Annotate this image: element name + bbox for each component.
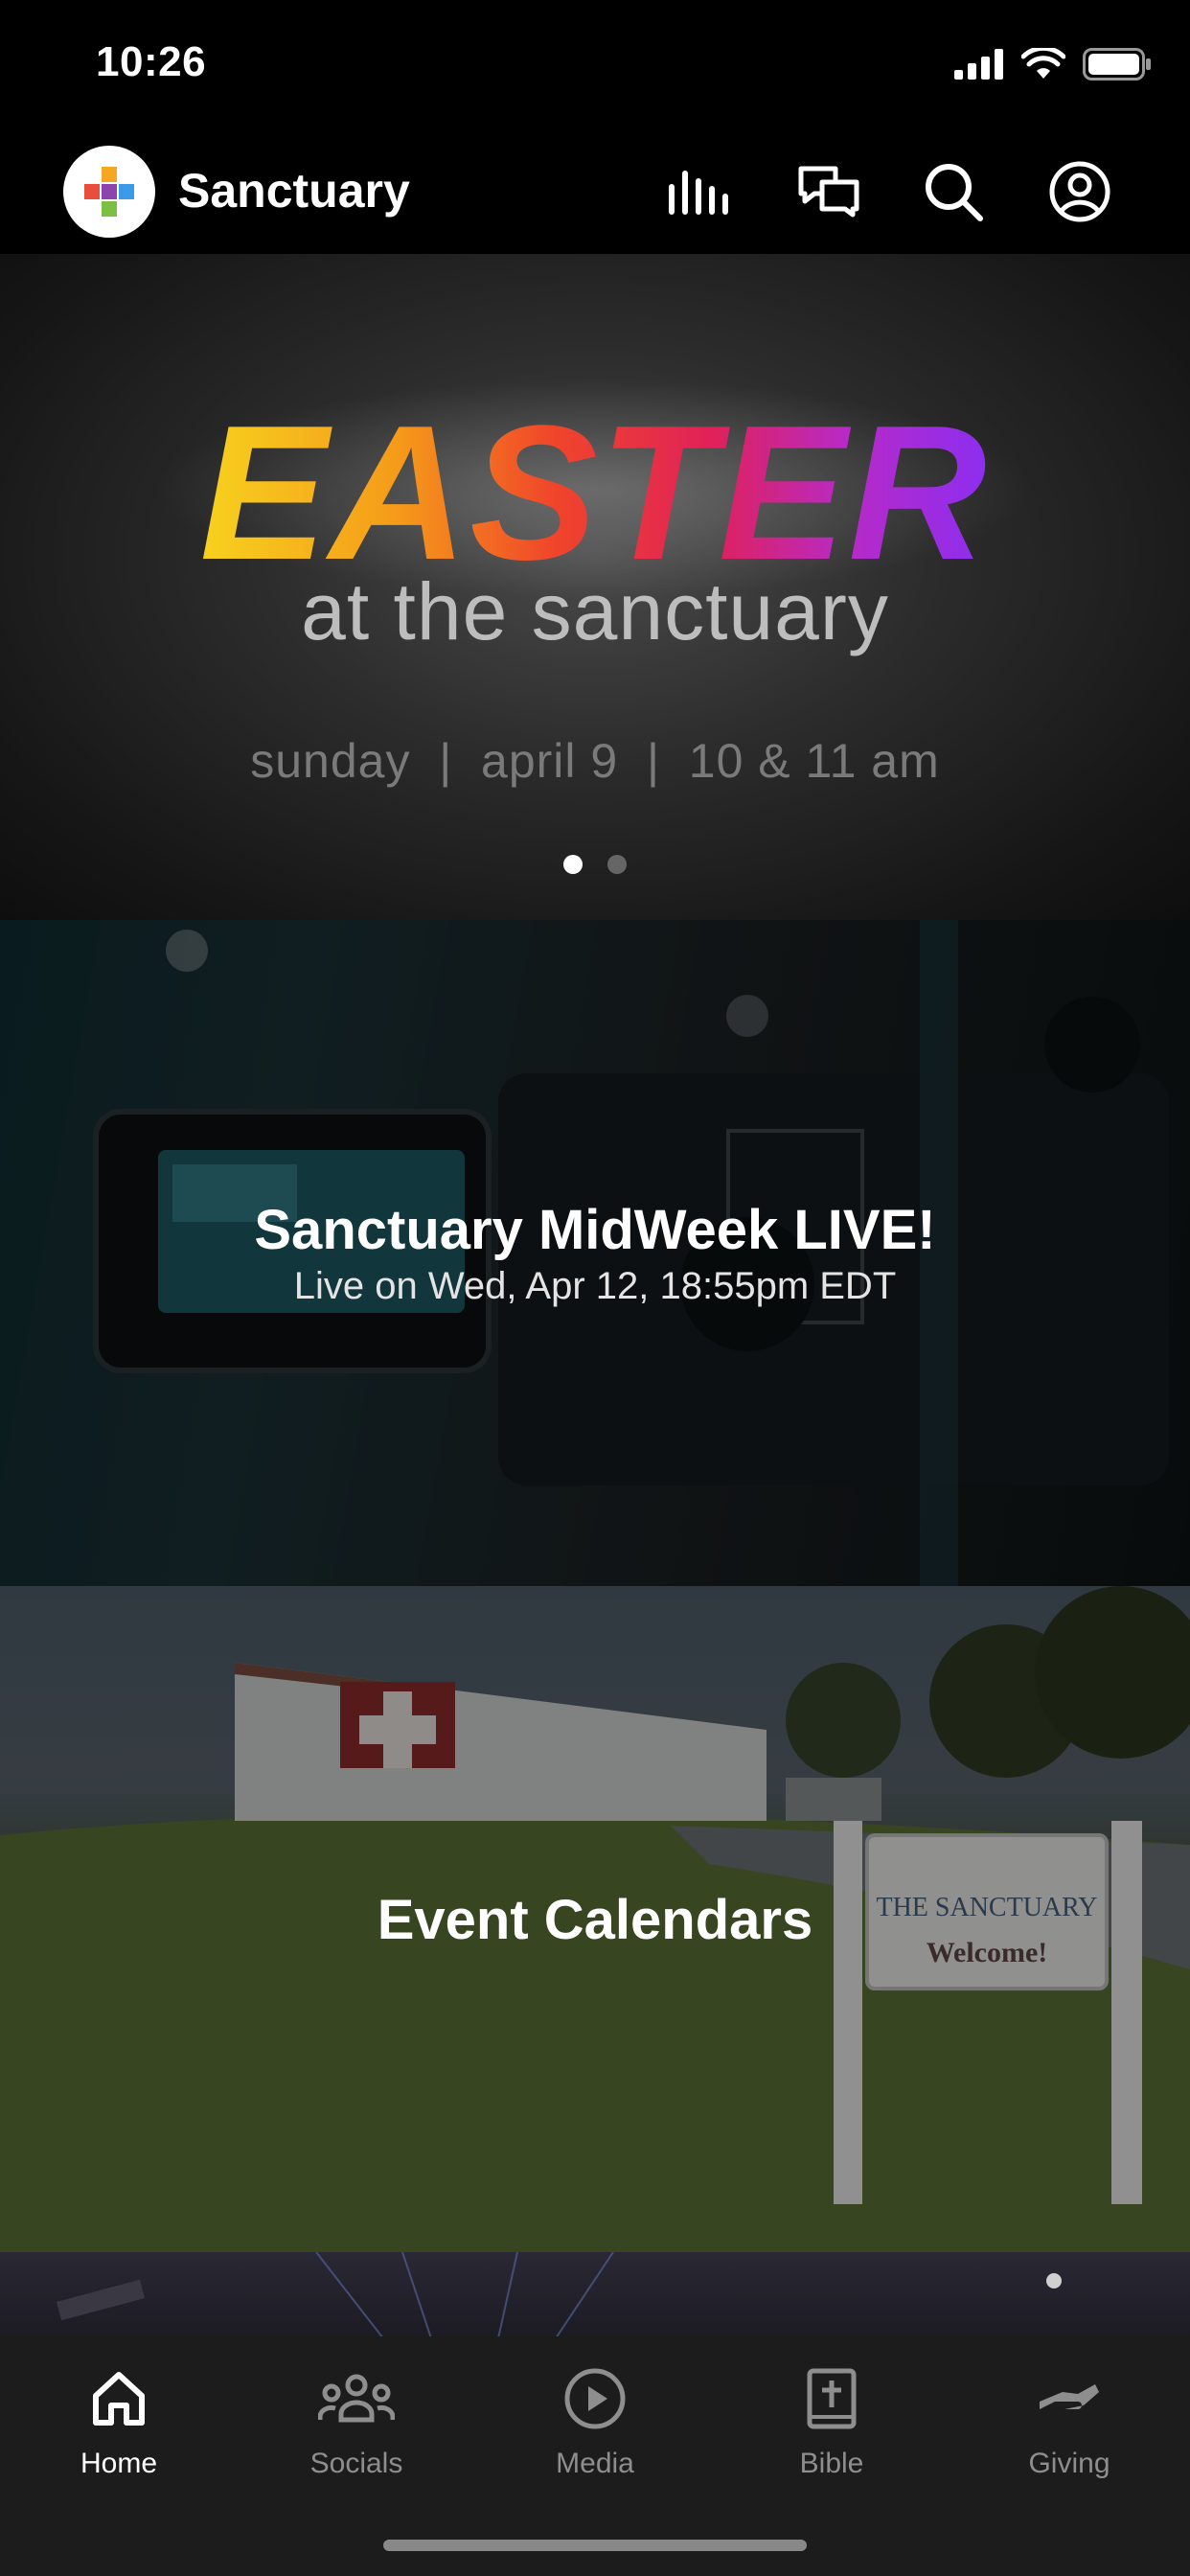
ceiling-background-image	[56, 2252, 1062, 2338]
cellular-signal-icon	[954, 49, 1003, 80]
tab-giving[interactable]: Giving	[973, 2356, 1165, 2480]
tab-socials-label: Socials	[309, 2448, 403, 2479]
bible-icon	[736, 2356, 927, 2442]
hero-subtitle: at the sanctuary	[301, 566, 889, 656]
giving-hand-icon	[973, 2356, 1165, 2442]
hero-banner[interactable]: EASTER at the sanctuary sunday | april 9…	[0, 254, 1190, 920]
battery-icon	[1083, 48, 1151, 80]
tab-giving-label: Giving	[1028, 2448, 1110, 2479]
tab-bible[interactable]: Bible	[736, 2356, 927, 2480]
search-icon[interactable]	[915, 153, 992, 230]
home-icon	[23, 2356, 215, 2442]
live-card-title: Sanctuary MidWeek LIVE!	[254, 1199, 936, 1261]
tab-home[interactable]: Home	[23, 2356, 215, 2480]
easter-text: EASTER	[199, 398, 988, 589]
carousel-dot-1[interactable]	[563, 855, 583, 874]
carousel-dot-2[interactable]	[607, 855, 627, 874]
home-indicator	[383, 2540, 807, 2551]
tab-media[interactable]: Media	[499, 2356, 691, 2480]
event-calendars-card[interactable]: THE SANCTUARY Welcome! Event Calendars	[0, 1586, 1190, 2252]
equalizer-icon[interactable]	[661, 153, 738, 230]
tab-socials[interactable]: Socials	[261, 2356, 452, 2480]
app-title: Sanctuary	[178, 164, 410, 218]
play-circle-icon	[499, 2356, 691, 2442]
tab-media-label: Media	[556, 2448, 634, 2479]
status-bar: 10:26	[0, 0, 1190, 134]
live-card-subtitle: Live on Wed, Apr 12, 18:55pm EDT	[293, 1265, 897, 1307]
next-card[interactable]	[0, 2252, 1190, 2338]
hero-date: sunday | april 9 | 10 & 11 am	[250, 734, 940, 788]
status-icons	[954, 48, 1152, 80]
tab-bible-label: Bible	[799, 2448, 864, 2479]
church-logo-icon[interactable]	[63, 146, 155, 238]
tab-home-label: Home	[80, 2448, 158, 2479]
wifi-icon	[1021, 48, 1065, 79]
status-time: 10:26	[96, 38, 207, 85]
live-stream-card[interactable]: Sanctuary MidWeek LIVE! Live on Wed, Apr…	[0, 920, 1190, 1586]
easter-headline: EASTER	[199, 398, 988, 589]
profile-icon[interactable]	[1041, 153, 1118, 230]
chat-icon[interactable]	[790, 153, 867, 230]
events-card-title: Event Calendars	[377, 1889, 813, 1951]
app-header: Sanctuary	[0, 134, 1190, 254]
carousel-dots	[0, 855, 1190, 874]
people-icon	[261, 2356, 452, 2442]
